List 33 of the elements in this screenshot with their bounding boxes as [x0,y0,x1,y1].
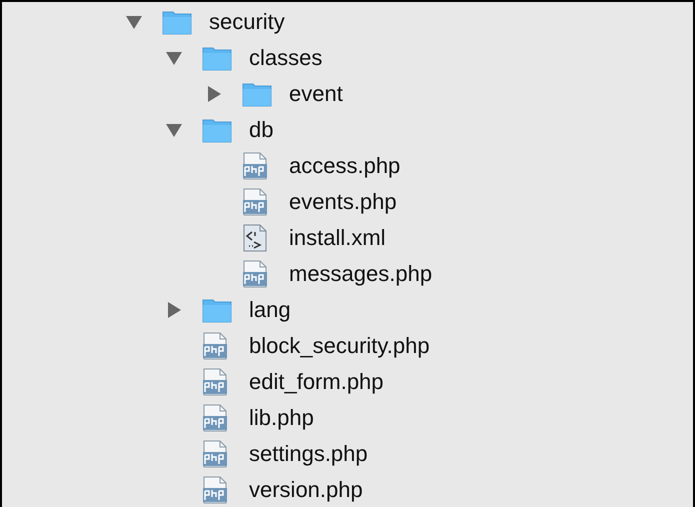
file-name[interactable]: messages.php [289,263,432,285]
file-name[interactable]: edit_form.php [249,371,384,393]
folder-name[interactable]: classes [249,47,322,69]
folder-name[interactable]: lang [249,299,291,321]
collapse-triangle-icon[interactable] [165,123,183,137]
php-file-icon [202,404,228,432]
folder-name[interactable]: db [249,119,274,141]
php-file-icon [202,440,228,468]
file-name[interactable]: access.php [289,155,400,177]
folder-icon [202,297,232,323]
collapse-triangle-icon[interactable] [125,15,143,29]
folder-name[interactable]: event [289,83,343,105]
folder-icon [202,117,232,143]
file-name[interactable]: settings.php [249,443,368,465]
php-file-icon [242,260,268,288]
file-name[interactable]: block_security.php [249,335,430,357]
php-file-icon [202,368,228,396]
expand-triangle-icon[interactable] [167,301,181,319]
file-name[interactable]: install.xml [289,227,386,249]
xml-file-icon [242,224,268,252]
file-name[interactable]: events.php [289,191,397,213]
php-file-icon [202,332,228,360]
php-file-icon [242,152,268,180]
folder-icon [242,81,272,107]
folder-icon [162,9,192,35]
collapse-triangle-icon[interactable] [165,51,183,65]
folder-icon [202,45,232,71]
file-name[interactable]: lib.php [249,407,314,429]
folder-name[interactable]: security [209,11,285,33]
php-file-icon [202,476,228,504]
php-file-icon [242,188,268,216]
expand-triangle-icon[interactable] [207,85,221,103]
file-name[interactable]: version.php [249,479,363,501]
